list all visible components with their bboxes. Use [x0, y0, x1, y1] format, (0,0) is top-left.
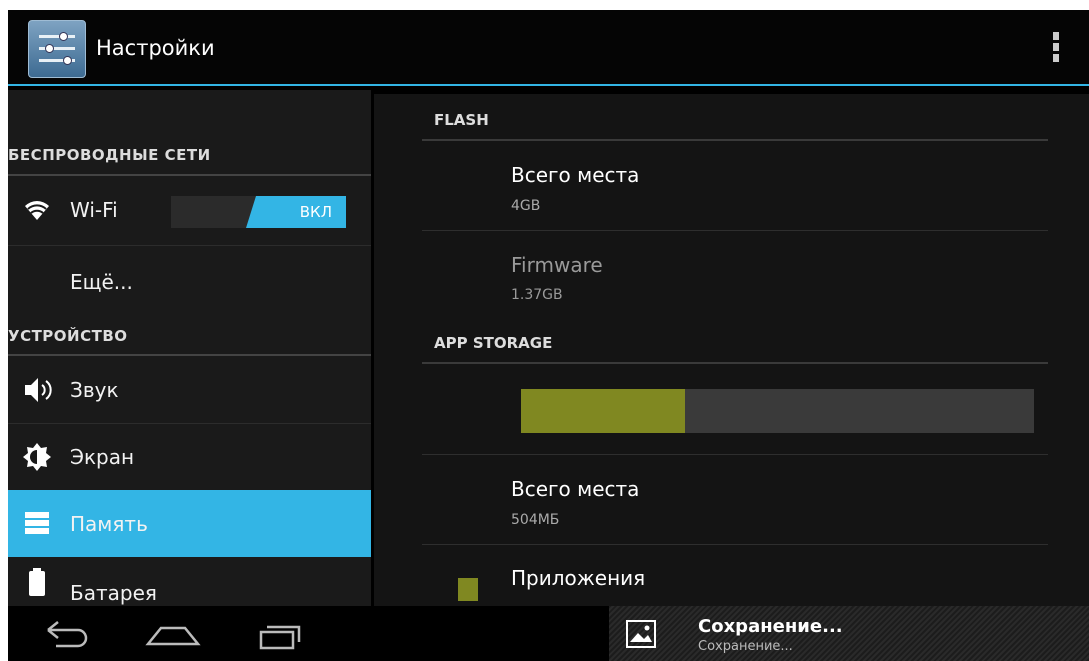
- sidebar-item-label: Экран: [70, 445, 135, 469]
- wifi-toggle[interactable]: ВКЛ: [171, 196, 346, 228]
- sidebar-item-label: Память: [70, 512, 148, 536]
- storage-details: FLASH Всего места 4GB Firmware 1.37GB AP…: [374, 94, 1089, 606]
- sidebar-item-wifi[interactable]: Wi-Fi ВКЛ: [8, 176, 371, 246]
- row-title: Всего места: [511, 477, 640, 501]
- notification-saving[interactable]: Сохранение... Сохранение...: [609, 606, 1089, 661]
- apps-color-swatch: [458, 578, 478, 601]
- notification-title: Сохранение...: [698, 616, 843, 637]
- row-title: Приложения: [511, 566, 646, 590]
- image-icon: [626, 620, 656, 648]
- settings-sidebar: БЕСПРОВОДНЫЕ СЕТИ Wi-Fi ВКЛ Ещё... УСТРО…: [8, 90, 371, 606]
- sidebar-item-storage[interactable]: Память: [8, 490, 371, 557]
- storage-usage-fill: [521, 389, 686, 433]
- sidebar-item-label: Wi-Fi: [70, 198, 118, 222]
- screen: Настройки БЕСПРОВОДНЫЕ СЕТИ Wi-Fi ВКЛ Ещ…: [8, 10, 1089, 661]
- sidebar-item-label: Батарея: [70, 581, 157, 605]
- battery-icon: [22, 567, 52, 597]
- wifi-icon: [22, 196, 52, 226]
- storage-icon: [22, 508, 52, 538]
- app-title: Настройки: [96, 36, 215, 60]
- home-icon[interactable]: [143, 614, 203, 654]
- sidebar-item-display[interactable]: Экран: [8, 424, 371, 490]
- row-title: Всего места: [511, 163, 640, 187]
- action-bar-divider: [8, 84, 1089, 86]
- row-value: 1.37GB: [511, 287, 563, 303]
- action-bar: Настройки: [8, 10, 1089, 86]
- system-bar: Сохранение... Сохранение...: [8, 606, 1089, 661]
- row-value: 504МБ: [511, 512, 560, 528]
- overflow-menu-icon[interactable]: [1046, 30, 1066, 70]
- brightness-icon: [22, 442, 52, 472]
- section-header-device: УСТРОЙСТВО: [8, 316, 371, 356]
- sidebar-item-battery[interactable]: Батарея: [8, 557, 371, 606]
- speaker-icon: [22, 375, 52, 405]
- recent-apps-icon[interactable]: [253, 614, 313, 654]
- section-header-app-storage: APP STORAGE: [434, 334, 553, 352]
- sidebar-item-more[interactable]: Ещё...: [8, 246, 371, 316]
- sidebar-item-label: Ещё...: [70, 270, 133, 294]
- back-icon[interactable]: [38, 614, 98, 654]
- settings-sliders-icon[interactable]: [28, 20, 86, 78]
- storage-usage-bar: [521, 389, 1034, 433]
- section-header-wireless: БЕСПРОВОДНЫЕ СЕТИ: [8, 90, 371, 176]
- row-title: Firmware: [511, 253, 603, 277]
- sidebar-item-label: Звук: [70, 378, 119, 402]
- section-header-flash: FLASH: [434, 111, 489, 129]
- notification-subtitle: Сохранение...: [698, 639, 793, 654]
- row-value: 4GB: [511, 198, 541, 214]
- wifi-toggle-label: ВКЛ: [299, 203, 332, 221]
- sidebar-item-sound[interactable]: Звук: [8, 356, 371, 424]
